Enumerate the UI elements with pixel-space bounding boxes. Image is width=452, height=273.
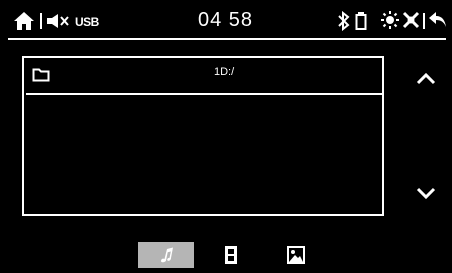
scroll-up-button[interactable]: [412, 66, 440, 92]
file-list-panel[interactable]: [22, 56, 384, 216]
scroll-down-button[interactable]: [412, 180, 440, 206]
clock: 04 58: [198, 9, 254, 31]
battery-icon: [355, 11, 367, 31]
chevron-down-icon: [416, 187, 436, 200]
image-icon: [287, 246, 305, 264]
tab-music[interactable]: [138, 242, 194, 268]
bluetooth-icon: [338, 10, 350, 32]
separator: [40, 13, 42, 29]
brightness-icon[interactable]: [381, 11, 399, 29]
status-bar: USB 04 58: [0, 0, 452, 38]
music-note-icon: [161, 247, 173, 263]
separator: [423, 13, 425, 29]
back-icon[interactable]: [428, 11, 448, 29]
tab-video[interactable]: [222, 242, 240, 268]
home-icon[interactable]: [13, 11, 35, 31]
mute-icon[interactable]: [46, 13, 70, 29]
tab-image[interactable]: [286, 242, 306, 268]
status-divider: [8, 38, 446, 40]
display-off-icon[interactable]: [402, 11, 420, 29]
video-icon: [225, 246, 237, 264]
path-divider: [26, 93, 384, 95]
chevron-up-icon: [416, 72, 436, 85]
folder-icon[interactable]: [32, 68, 50, 82]
current-path: 1D:/: [214, 66, 235, 78]
source-label: USB: [75, 15, 99, 29]
